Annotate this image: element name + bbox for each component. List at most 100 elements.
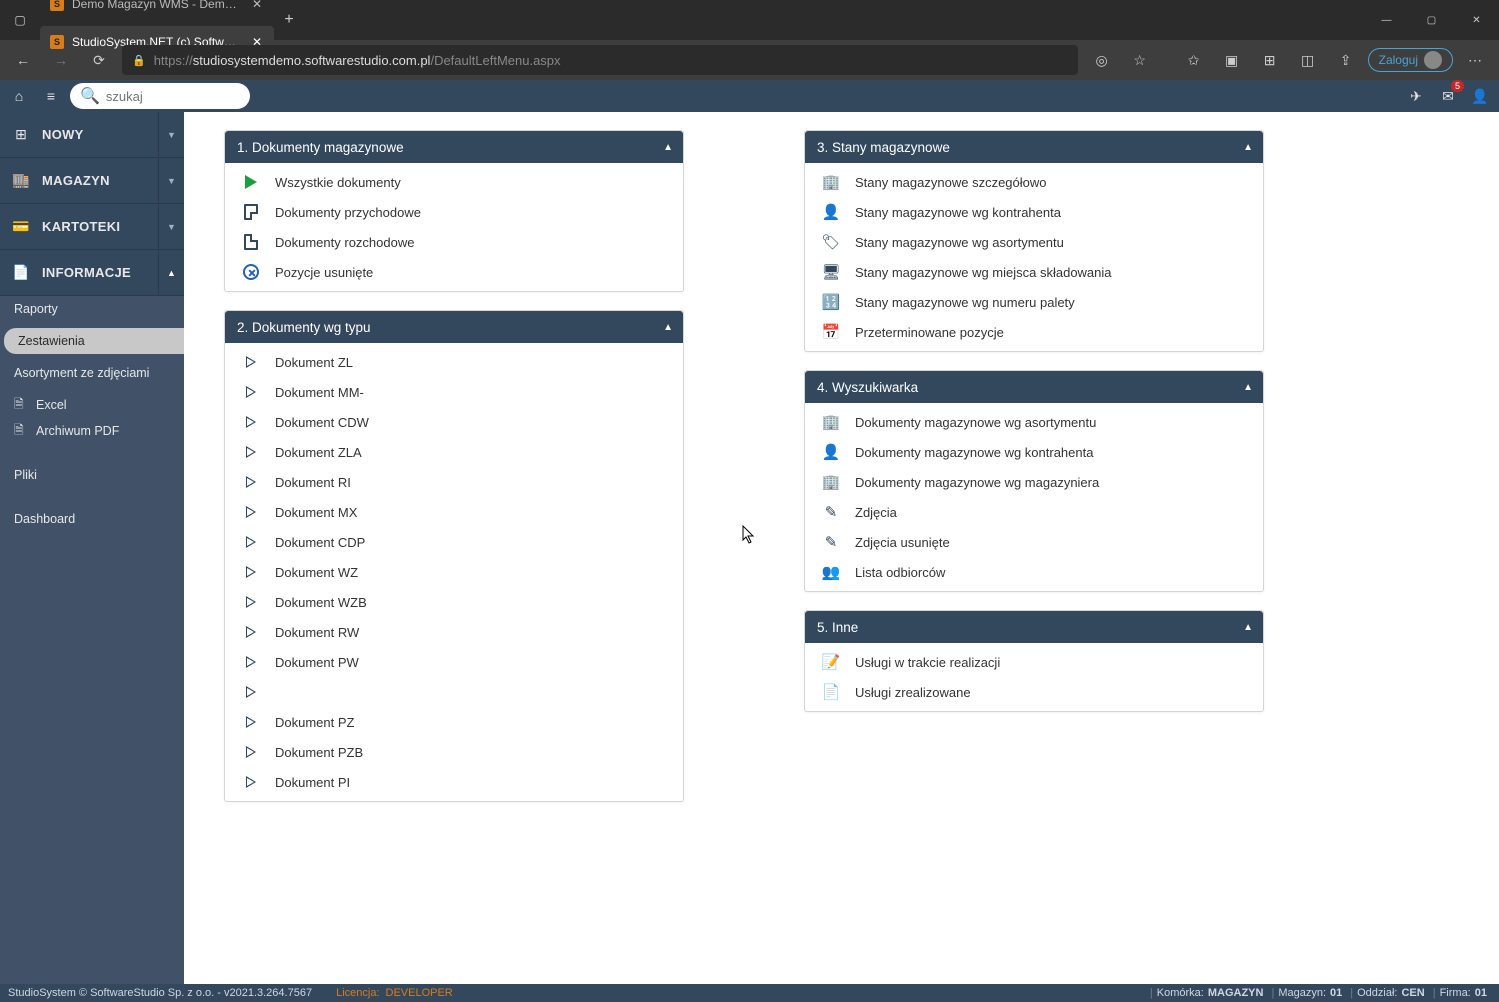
item-label: Zdjęcia — [855, 505, 897, 520]
sidebar-item-dashboard[interactable]: Dashboard — [0, 506, 184, 532]
home-icon[interactable]: ⌂ — [6, 83, 32, 109]
panel-item[interactable]: Dokument RI — [225, 467, 683, 497]
play-outline-icon — [246, 566, 256, 578]
reader-icon[interactable]: ◫ — [1292, 45, 1324, 75]
menu-toggle-icon[interactable]: ≡ — [38, 83, 64, 109]
panel-item[interactable]: Dokumenty przychodowe — [225, 197, 683, 227]
panel-item[interactable]: Dokument ZLA — [225, 437, 683, 467]
play-outline-icon — [246, 446, 256, 458]
panel-item[interactable]: ✎Zdjęcia usunięte — [805, 527, 1263, 557]
panel-item[interactable]: 🏢Dokumenty magazynowe wg magazyniera — [805, 467, 1263, 497]
panel-item[interactable]: Wszystkie dokumenty — [225, 167, 683, 197]
panel-item[interactable]: Dokument PW — [225, 647, 683, 677]
user-icon[interactable]: 👤 — [1467, 83, 1493, 109]
search-box[interactable]: 🔍 — [70, 83, 250, 109]
sidebar-section-kartoteki[interactable]: 💳KARTOTEKI▼ — [0, 204, 184, 250]
panel-item[interactable]: 🏷Stany magazynowe wg asortymentu — [805, 227, 1263, 257]
nav-back-button[interactable]: ← — [8, 45, 38, 75]
favorite-icon[interactable]: ☆ — [1124, 45, 1156, 75]
item-label: Stany magazynowe wg miejsca składowania — [855, 265, 1112, 280]
search-input[interactable] — [106, 89, 240, 104]
panel-header[interactable]: 3. Stany magazynowe▲ — [805, 131, 1263, 163]
shortcut-icon[interactable]: ✈ — [1403, 83, 1429, 109]
panel-item[interactable]: 📝Usługi w trakcie realizacji — [805, 647, 1263, 677]
panel-item[interactable]: Dokument MM- — [225, 377, 683, 407]
sidebar: ⊞NOWY▼🏬MAGAZYN▼💳KARTOTEKI▼📄INFORMACJE▲ R… — [0, 112, 184, 984]
panel-item[interactable]: 🏢Dokumenty magazynowe wg asortymentu — [805, 407, 1263, 437]
panel-item[interactable]: 👤Dokumenty magazynowe wg kontrahenta — [805, 437, 1263, 467]
panel-item[interactable]: Dokument PI — [225, 767, 683, 797]
browser-tab-0[interactable]: SDemo Magazyn WMS - Demo o…✕ — [40, 0, 274, 20]
sidebar-section-informacje[interactable]: 📄INFORMACJE▲ — [0, 250, 184, 296]
panel-item[interactable]: Dokumenty rozchodowe — [225, 227, 683, 257]
sidebar-item-zestawienia[interactable]: Zestawienia — [4, 328, 184, 354]
panel-item[interactable] — [225, 677, 683, 707]
sidebar-item-pliki[interactable]: Pliki — [0, 462, 184, 488]
panel-1-dokumenty-magazynowe: 1. Dokumenty magazynowe▲ Wszystkie dokume… — [224, 130, 684, 292]
nav-forward-button[interactable]: → — [46, 45, 76, 75]
collapse-icon: ▲ — [1243, 382, 1253, 393]
panel-item[interactable]: Pozycje usunięte — [225, 257, 683, 287]
favorites-bar-icon[interactable]: ✩ — [1178, 45, 1210, 75]
panel-header[interactable]: 2. Dokumenty wg typu▲ — [225, 311, 683, 343]
item-label: Asortyment ze zdjęciami — [14, 366, 149, 380]
panel-header[interactable]: 4. Wyszukiwarka▲ — [805, 371, 1263, 403]
favicon-icon: S — [50, 0, 64, 11]
collections-icon[interactable]: ▣ — [1216, 45, 1248, 75]
panel-item[interactable]: Dokument WZB — [225, 587, 683, 617]
sidebar-item-archiwum-pdf[interactable]: 🗎Archiwum PDF — [0, 418, 184, 444]
panel-item[interactable]: Dokument CDW — [225, 407, 683, 437]
item-icon: 🗎 — [14, 421, 36, 442]
panel-item[interactable]: Dokument PZB — [225, 737, 683, 767]
item-label: Usługi zrealizowane — [855, 685, 971, 700]
panel-item[interactable]: 🏢Stany magazynowe szczegółowo — [805, 167, 1263, 197]
section-icon: 📄 — [12, 264, 30, 281]
section-icon: ⊞ — [12, 126, 30, 143]
panel-item[interactable]: 🖥Stany magazynowe wg miejsca składowania — [805, 257, 1263, 287]
status-value: MAGAZYN — [1208, 987, 1264, 999]
panel-item[interactable]: Dokument RW — [225, 617, 683, 647]
panel-header[interactable]: 5. Inne▲ — [805, 611, 1263, 643]
panel-item[interactable]: Dokument MX — [225, 497, 683, 527]
panel-item[interactable]: 👤Stany magazynowe wg kontrahenta — [805, 197, 1263, 227]
window-minimize-button[interactable]: ― — [1364, 0, 1409, 40]
browser-menu-button[interactable]: ⋯ — [1459, 45, 1491, 75]
panel-item[interactable]: Dokument PZ — [225, 707, 683, 737]
close-icon[interactable]: ✕ — [250, 0, 264, 11]
collapse-icon: ▲ — [1243, 622, 1253, 633]
item-icon: 📄 — [822, 683, 841, 701]
play-outline-icon — [246, 656, 256, 668]
sidebar-item-raporty[interactable]: Raporty — [0, 296, 184, 322]
panel-item[interactable]: 📅Przeterminowane pozycje — [805, 317, 1263, 347]
panel-item[interactable]: 👥Lista odbiorców — [805, 557, 1263, 587]
panel-header[interactable]: 1. Dokumenty magazynowe▲ — [225, 131, 683, 163]
panel-item[interactable]: Dokument WZ — [225, 557, 683, 587]
item-icon: ✎ — [825, 503, 838, 521]
panel-item[interactable]: Dokument CDP — [225, 527, 683, 557]
play-outline-icon — [246, 356, 256, 368]
item-label: Wszystkie dokumenty — [275, 175, 401, 190]
panel-item[interactable]: 🔢Stany magazynowe wg numeru palety — [805, 287, 1263, 317]
url-input[interactable]: 🔒 https://studiosystemdemo.softwarestudi… — [122, 45, 1078, 75]
panel-item[interactable]: 📄 Usługi zrealizowane — [805, 677, 1263, 707]
item-label: Dokument ZLA — [275, 445, 362, 460]
browser-login-button[interactable]: Zaloguj — [1368, 48, 1453, 72]
sidebar-item-excel[interactable]: 🗎Excel — [0, 392, 184, 418]
panel-item[interactable]: Dokument ZL — [225, 347, 683, 377]
extensions-icon[interactable]: ⊞ — [1254, 45, 1286, 75]
new-tab-button[interactable]: + — [274, 11, 304, 29]
panel-item[interactable]: ✎ Zdjęcia — [805, 497, 1263, 527]
tabs-overview-button[interactable]: ▢ — [0, 0, 40, 40]
window-close-button[interactable]: ✕ — [1454, 0, 1499, 40]
footer-license-value: DEVELOPER — [386, 987, 453, 999]
sidebar-section-magazyn[interactable]: 🏬MAGAZYN▼ — [0, 158, 184, 204]
nav-refresh-button[interactable]: ⟳ — [84, 45, 114, 75]
content-area: 1. Dokumenty magazynowe▲ Wszystkie dokume… — [184, 112, 1499, 984]
share-icon[interactable]: ⇪ — [1330, 45, 1362, 75]
collapse-icon: ▲ — [663, 142, 673, 153]
window-maximize-button[interactable]: ▢ — [1409, 0, 1454, 40]
sidebar-item-asortyment-ze-zdj-ciami[interactable]: Asortyment ze zdjęciami — [0, 360, 184, 386]
mail-icon[interactable]: ✉5 — [1435, 83, 1461, 109]
sidebar-section-nowy[interactable]: ⊞NOWY▼ — [0, 112, 184, 158]
tracking-icon[interactable]: ◎ — [1086, 45, 1118, 75]
